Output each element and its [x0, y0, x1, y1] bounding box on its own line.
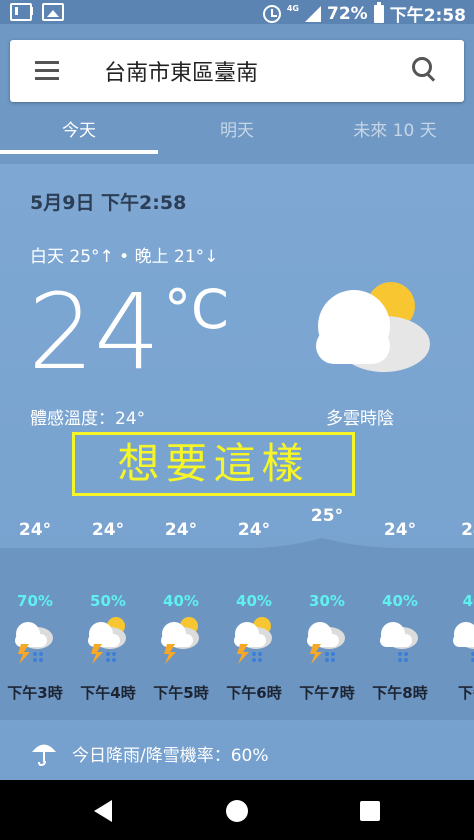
rain-icon — [453, 622, 474, 662]
status-time: 下午2:58 — [389, 6, 466, 26]
tab-10-days[interactable]: 未來 10 天 — [316, 112, 474, 164]
umbrella-icon — [32, 744, 56, 767]
battery-icon — [373, 1, 384, 23]
hour-temperature: 24° — [91, 520, 125, 540]
hourly-forecast[interactable]: 24° 70% 下午3時 24° 50% 下午4時 24° 40% 下午5時 24° 40% 下午6時… — [0, 504, 474, 720]
gmail-icon — [10, 3, 33, 21]
hour-time: 下午3時 — [7, 684, 63, 702]
search-bar[interactable]: 台南市東區臺南 — [10, 40, 464, 102]
hour-precip-probability: 40% — [382, 592, 418, 610]
hour-temperature: 24° — [237, 520, 271, 540]
thunder-rain-icon — [15, 622, 53, 664]
hour-precip-probability: 40 — [462, 592, 474, 610]
hour-time: 下午6時 — [226, 684, 282, 702]
hour-temperature: 25° — [310, 506, 344, 526]
tab-tomorrow[interactable]: 明天 — [158, 112, 316, 164]
thunder-rain-sun-icon — [234, 617, 272, 664]
day-night-range: 白天 25°↑ • 晚上 21°↓ — [30, 247, 219, 267]
thunder-rain-icon — [307, 622, 345, 664]
hour-precip-probability: 30% — [309, 592, 345, 610]
recent-apps-icon[interactable] — [360, 801, 380, 821]
day-tabs: 今天 明天 未來 10 天 — [0, 112, 474, 164]
network-type: 4G — [286, 4, 299, 13]
signal-icon — [305, 5, 321, 22]
rain-icon — [380, 622, 418, 662]
hour-time: 下午7時 — [299, 684, 355, 702]
rain-summary: 今日降雨/降雪機率：60% — [30, 738, 269, 768]
current-weather-card: 5月9日 下午2:58 白天 25°↑ • 晚上 21°↓ 24 °C 體感溫度… — [0, 164, 474, 780]
partly-cloudy-icon — [316, 282, 430, 372]
thunder-sun-icon — [161, 617, 199, 664]
annotation-text: 想要這樣 — [117, 439, 310, 488]
current-date: 5月9日 下午2:58 — [30, 192, 187, 214]
temperature-value: 24 — [28, 271, 161, 393]
rain-probability-text: 今日降雨/降雪機率：60% — [72, 745, 269, 766]
home-icon[interactable] — [226, 800, 248, 822]
hour-precip-probability: 40% — [236, 592, 272, 610]
thunder-rain-sun-icon — [88, 617, 126, 664]
app-header: 台南市東區臺南 今天 明天 未來 10 天 — [0, 24, 474, 164]
location-title[interactable]: 台南市東區臺南 — [104, 55, 258, 87]
navigation-bar — [0, 780, 474, 840]
status-bar: 4G 72% 下午2:58 — [0, 0, 474, 26]
temperature-unit: °C — [164, 278, 229, 341]
search-icon[interactable] — [412, 57, 438, 83]
hour-precip-probability: 40% — [163, 592, 199, 610]
hour-time: 下午5時 — [153, 684, 209, 702]
back-icon[interactable] — [94, 800, 112, 822]
tab-today[interactable]: 今天 — [0, 112, 158, 164]
image-icon — [42, 3, 64, 21]
hour-precip-probability: 50% — [90, 592, 126, 610]
hour-time: 下午4時 — [80, 684, 136, 702]
menu-icon[interactable] — [35, 61, 59, 80]
hour-temperature: 24° — [383, 520, 417, 540]
battery-percent: 72% — [327, 3, 368, 24]
hour-temperature: 24° — [18, 520, 52, 540]
hour-temperature: 24° — [164, 520, 198, 540]
current-temperature: 24 °C — [28, 271, 229, 393]
hour-precip-probability: 70% — [17, 592, 53, 610]
hour-temperature: 24 — [461, 520, 474, 540]
annotation-box: 想要這樣 — [72, 432, 355, 496]
hour-time: 下午8時 — [372, 684, 428, 702]
alarm-icon — [262, 4, 281, 23]
condition-text: 多雲時陰 — [326, 409, 394, 429]
hour-time: 下午 — [457, 684, 474, 702]
feels-like: 體感溫度：24° — [30, 409, 146, 429]
